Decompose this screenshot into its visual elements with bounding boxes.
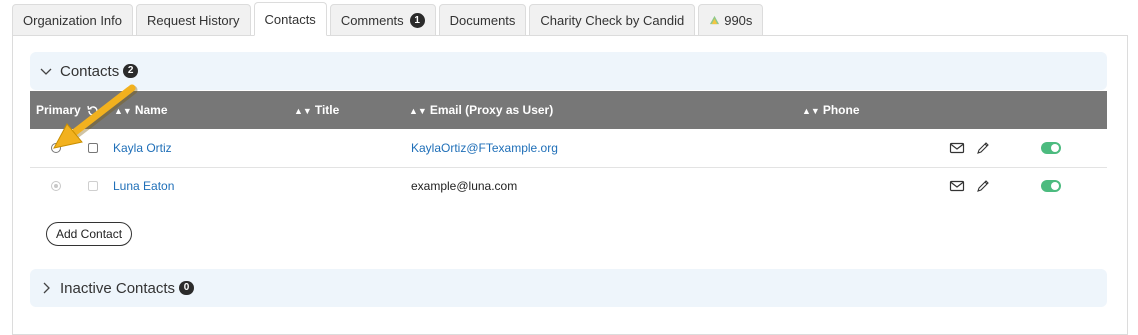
edit-pencil-icon[interactable] — [975, 140, 991, 156]
inactive-contacts-section-header[interactable]: Inactive Contacts 0 — [30, 269, 1107, 307]
reset-primary-icon[interactable] — [86, 91, 100, 129]
sort-icon: ▲▼ — [294, 106, 312, 116]
inactive-count-badge: 0 — [179, 281, 195, 295]
table-row: Kayla Ortiz KaylaOrtiz@FTexample.org — [30, 129, 1107, 168]
active-toggle[interactable] — [1041, 142, 1061, 154]
column-phone[interactable]: ▲▼ Phone — [802, 91, 860, 129]
tab-bar: Organization Info Request History Contac… — [12, 2, 766, 36]
add-contact-button[interactable]: Add Contact — [46, 222, 133, 246]
tab-request-history[interactable]: Request History — [136, 4, 251, 36]
sort-icon: ▲▼ — [114, 106, 132, 116]
row-checkbox[interactable] — [88, 143, 98, 153]
tab-label: 990s — [724, 12, 753, 28]
tab-charity-check[interactable]: Charity Check by Candid — [529, 4, 696, 36]
tab-label: Comments — [340, 12, 404, 28]
contact-email: example@luna.com — [411, 179, 518, 193]
row-checkbox — [88, 181, 98, 191]
email-icon[interactable] — [949, 140, 965, 156]
tab-label: Request History — [147, 12, 240, 28]
tab-label: Organization Info — [23, 12, 123, 28]
active-toggle[interactable] — [1041, 180, 1061, 192]
contacts-table-header: Primary ▲▼ Name ▲▼ Title ▲▼ Email (Proxy as… — [30, 91, 1107, 129]
table-row: Luna Eaton example@luna.com — [30, 167, 1107, 205]
tab-label: Documents — [449, 12, 516, 28]
email-icon[interactable] — [949, 178, 965, 194]
column-name[interactable]: ▲▼ Name — [114, 91, 168, 129]
contacts-count-badge: 2 — [123, 64, 139, 78]
tab-990s[interactable]: 990s — [698, 4, 764, 36]
chevron-right-icon — [43, 282, 50, 294]
tab-organization-info[interactable]: Organization Info — [12, 4, 134, 36]
primary-radio — [51, 181, 61, 191]
column-primary: Primary — [36, 103, 81, 117]
contact-name-link[interactable]: Kayla Ortiz — [113, 129, 172, 167]
tab-comments[interactable]: Comments 1 — [329, 4, 436, 36]
tab-label: Contacts — [264, 11, 316, 27]
edit-pencil-icon[interactable] — [975, 178, 991, 194]
comments-count-badge: 1 — [409, 12, 425, 28]
column-title[interactable]: ▲▼ Title — [294, 91, 339, 129]
sort-icon: ▲▼ — [802, 106, 820, 116]
sort-icon: ▲▼ — [409, 106, 427, 116]
tab-documents[interactable]: Documents — [438, 4, 527, 36]
column-email[interactable]: ▲▼ Email (Proxy as User) — [409, 91, 553, 129]
tab-label: Charity Check by Candid — [540, 12, 685, 28]
contact-email-link[interactable]: KaylaOrtiz@FTexample.org — [411, 129, 558, 167]
primary-radio[interactable] — [51, 143, 61, 153]
chevron-down-icon — [40, 68, 52, 75]
candid-990-icon — [710, 15, 720, 24]
tab-contacts[interactable]: Contacts — [253, 2, 327, 36]
contact-name-link[interactable]: Luna Eaton — [113, 167, 174, 205]
contacts-section-header[interactable]: Contacts 2 — [30, 52, 1107, 90]
section-title: Contacts — [60, 62, 120, 80]
section-title: Inactive Contacts — [60, 279, 176, 297]
